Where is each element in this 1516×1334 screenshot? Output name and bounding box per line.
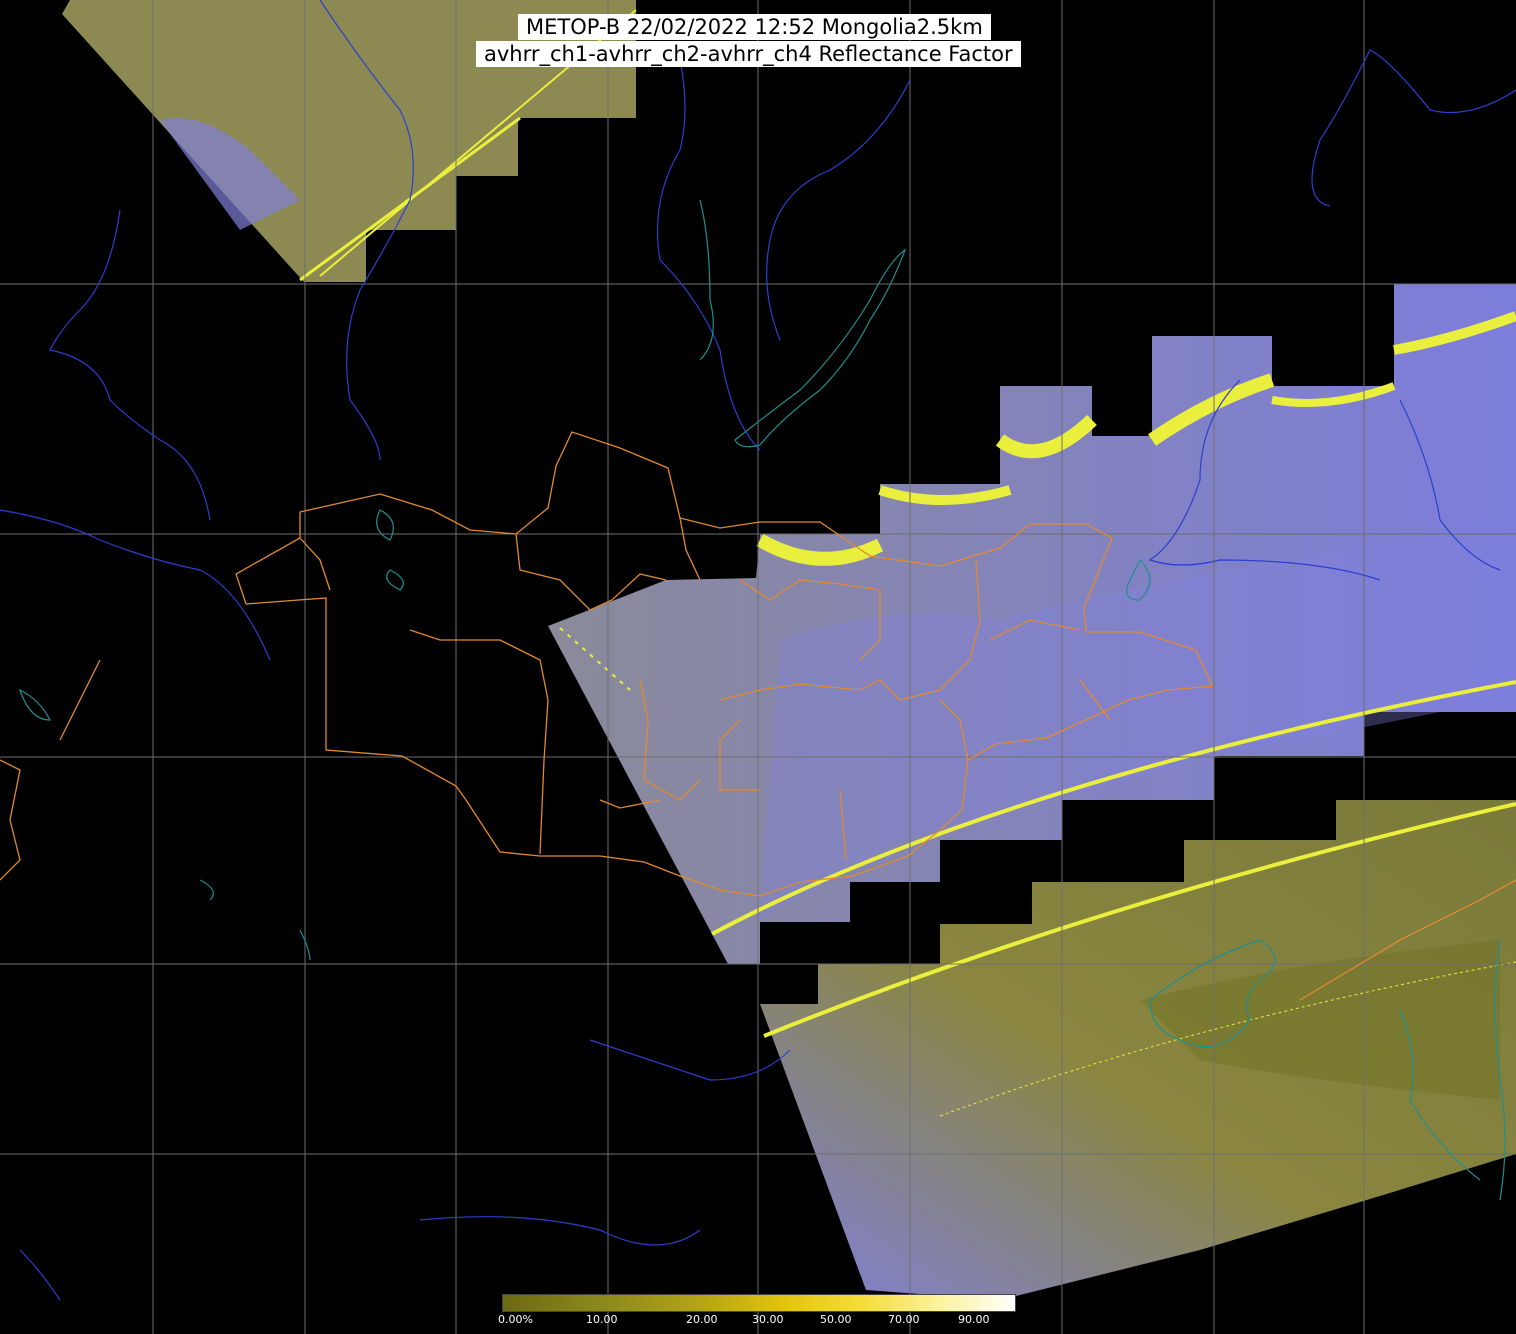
colorbar-labels: 0.00% 10.00 20.00 30.00 50.00 70.00 90.0…	[498, 1312, 1014, 1330]
colorbar-tick-label: 90.00	[958, 1313, 990, 1326]
satellite-map	[0, 0, 1516, 1334]
map-subtitle: avhrr_ch1-avhrr_ch2-avhrr_ch4 Reflectanc…	[476, 41, 1021, 67]
colorbar-tick-label: 70.00	[888, 1313, 920, 1326]
colorbar	[502, 1294, 1016, 1312]
colorbar-tick-label: 10.00	[586, 1313, 618, 1326]
colorbar-tick-label: 30.00	[752, 1313, 784, 1326]
map-title: METOP-B 22/02/2022 12:52 Mongolia2.5km	[518, 14, 991, 40]
colorbar-tick-label: 0.00%	[498, 1313, 533, 1326]
colorbar-tick-label: 50.00	[820, 1313, 852, 1326]
colorbar-tick-label: 20.00	[686, 1313, 718, 1326]
colorbar-gradient	[503, 1295, 1015, 1311]
